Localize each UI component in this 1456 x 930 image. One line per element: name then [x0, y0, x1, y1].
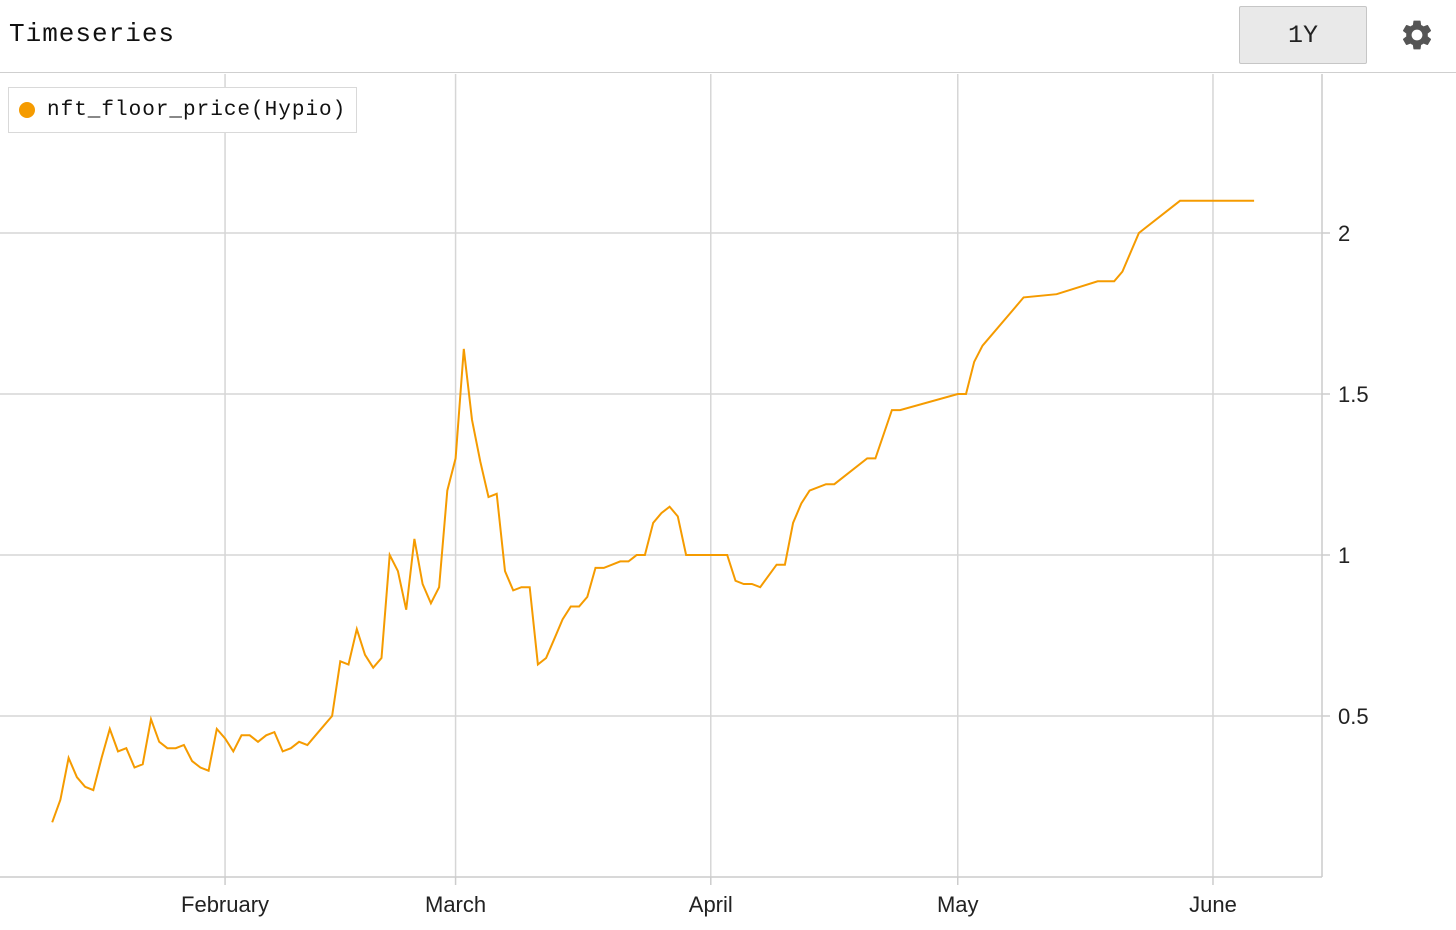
timeseries-chart: 0.5 1 1.5 2 February March April May June [0, 74, 1369, 917]
x-tick-label: June [1189, 892, 1237, 917]
x-tick-label: February [181, 892, 269, 917]
y-tick-label: 0.5 [1338, 704, 1369, 729]
series-layer [51, 199, 1255, 823]
legend[interactable]: nft_floor_price(Hypio) [8, 87, 358, 133]
series-line-nft_floor_price(Hypio)[interactable] [51, 199, 1255, 823]
x-tick-label: April [689, 892, 733, 917]
y-tick-label: 1 [1338, 543, 1350, 568]
y-tick-label: 2 [1338, 221, 1350, 246]
x-tick-label: May [937, 892, 979, 917]
y-tick-label: 1.5 [1338, 382, 1369, 407]
x-tick-label: March [425, 892, 486, 917]
axes [0, 74, 1323, 878]
legend-swatch [19, 102, 35, 118]
legend-label: nft_floor_price(Hypio) [47, 98, 347, 122]
grid-lines [0, 74, 1330, 885]
tick-labels: 0.5 1 1.5 2 February March April May June [181, 221, 1369, 917]
